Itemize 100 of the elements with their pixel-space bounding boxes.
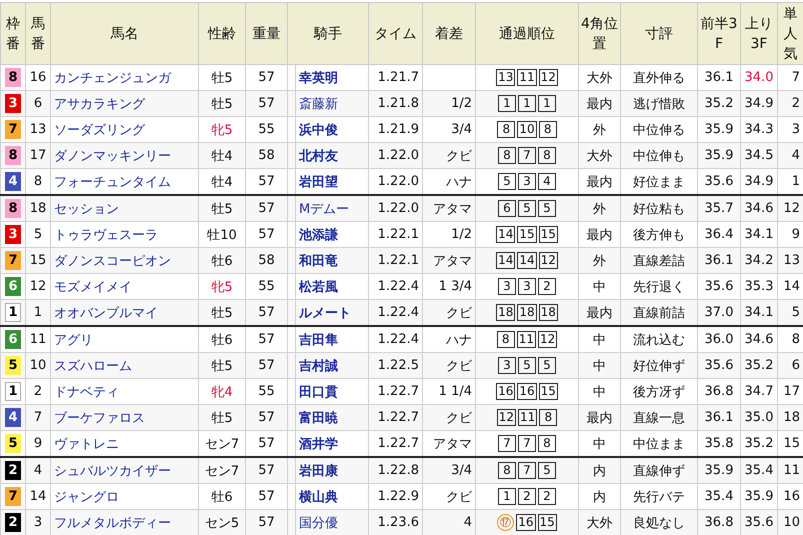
horse-name-link[interactable]: アグリ — [54, 332, 93, 348]
column-header: タイム — [368, 2, 422, 64]
table-cell: 8 — [792, 332, 800, 347]
table-cell: 中 — [593, 358, 606, 374]
column-header: 重量 — [246, 2, 288, 64]
bracket-badge: 8 — [5, 68, 21, 87]
position-box: 12 — [496, 409, 516, 426]
table-cell: 57 — [258, 174, 275, 189]
position-box: 8 — [497, 121, 516, 138]
table-cell: 10 — [30, 358, 46, 373]
table-cell: 1.22.4 — [378, 305, 419, 320]
position-box: 18 — [517, 304, 537, 321]
position-box: 8 — [538, 435, 556, 452]
table-cell: 34.2 — [744, 253, 774, 268]
table-cell: 牡6 — [211, 254, 233, 268]
table-cell: 7 — [34, 410, 42, 425]
bracket-badge: 6 — [5, 277, 21, 296]
table-cell: アタマ — [433, 254, 472, 268]
table-cell: 3/4 — [451, 463, 472, 478]
table-cell: 55 — [258, 384, 275, 399]
position-box: 14 — [496, 252, 516, 269]
table-cell: 14 — [783, 279, 800, 294]
table-cell: 57 — [258, 489, 275, 504]
table-cell: 5 — [792, 305, 800, 320]
bracket-badge: 6 — [5, 330, 21, 349]
table-cell: 3 — [792, 122, 800, 137]
table-cell: 1.22.7 — [378, 436, 419, 451]
table-cell: 後方伸も — [633, 228, 685, 242]
table-cell: セン7 — [204, 436, 240, 452]
position-box: 14 — [517, 252, 537, 269]
column-header: 枠番 — [0, 2, 26, 64]
table-cell: 1.22.7 — [378, 384, 419, 399]
table-cell: 34.6 — [744, 332, 774, 347]
table-cell: 35.0 — [744, 410, 774, 425]
position-box: 5 — [538, 462, 556, 479]
table-cell: 57 — [258, 515, 275, 530]
table-cell: 牡10 — [207, 228, 237, 242]
table-cell: 13 — [30, 122, 46, 137]
position-box: 16 — [517, 383, 537, 400]
position-box: 12 — [538, 69, 558, 86]
table-cell: クビ — [446, 410, 472, 426]
bracket-badge: 4 — [5, 172, 21, 191]
position-box: 13 — [496, 69, 516, 86]
column-header: 上り3F — [740, 2, 778, 64]
table-cell: 16 — [30, 70, 46, 85]
table-cell: 1 1/4 — [438, 384, 472, 399]
bracket-badge: 3 — [5, 94, 21, 113]
table-cell: 1.21.9 — [378, 122, 419, 137]
bracket-badge: 2 — [5, 461, 21, 480]
table-cell: クビ — [446, 148, 472, 164]
table-cell: 35.4 — [704, 489, 734, 504]
table-cell: 35.7 — [704, 201, 734, 216]
table-cell: 35.6 — [704, 174, 734, 189]
bracket-badge: 8 — [5, 146, 21, 165]
table-cell: 1.22.9 — [378, 489, 419, 504]
position-circle: ⑰ — [497, 514, 514, 531]
position-box: 8 — [538, 147, 556, 164]
position-box: 5 — [538, 200, 556, 217]
table-cell: 最内 — [586, 96, 612, 112]
table-cell: 34.6 — [744, 201, 774, 216]
table-cell: 34.0 — [744, 70, 774, 85]
table-cell: 1.22.5 — [378, 358, 419, 373]
position-box: 1 — [538, 95, 556, 112]
table-cell: 1.22.0 — [378, 174, 419, 189]
bracket-badge: 1 — [5, 382, 21, 401]
bracket-badge: 7 — [5, 251, 21, 270]
table-cell: 34.9 — [744, 174, 774, 189]
table-cell: 11 — [30, 332, 46, 347]
table-cell: 58 — [258, 148, 275, 163]
position-box: 4 — [538, 173, 556, 190]
table-cell: 58 — [258, 253, 275, 268]
position-box: 3 — [498, 278, 516, 295]
position-box: 8 — [498, 147, 516, 164]
position-box: 15 — [538, 383, 558, 400]
table-cell: 1/2 — [451, 96, 472, 111]
table-cell: 2 — [792, 96, 800, 111]
table-cell: 57 — [258, 305, 275, 320]
table-cell: 1.23.6 — [378, 515, 419, 530]
table-cell: 好位伸ず — [633, 358, 685, 374]
table-cell: 良処なし — [633, 516, 685, 530]
position-box: 11 — [517, 69, 537, 86]
table-cell: 先行退く — [633, 280, 685, 294]
table-cell: 1.21.8 — [378, 96, 419, 111]
position-box: 3 — [498, 357, 516, 374]
column-header: 性齢 — [198, 2, 246, 64]
position-box: 8 — [498, 462, 516, 479]
column-header: 馬名 — [50, 2, 198, 64]
table-cell: 12 — [30, 279, 46, 294]
table-cell: 57 — [258, 201, 275, 216]
position-box: 3 — [518, 173, 536, 190]
table-cell: クビ — [446, 358, 472, 374]
table-cell: 1.22.8 — [378, 463, 419, 478]
table-cell: 大外 — [586, 148, 612, 164]
table-cell: 57 — [258, 358, 275, 373]
table-cell: 逃げ惜敗 — [633, 96, 685, 112]
table-cell: 35.6 — [744, 515, 774, 530]
table-cell: 13 — [783, 253, 800, 268]
table-cell: 57 — [258, 463, 275, 478]
table-cell: 7 — [792, 70, 800, 85]
table-cell: 57 — [258, 96, 275, 111]
